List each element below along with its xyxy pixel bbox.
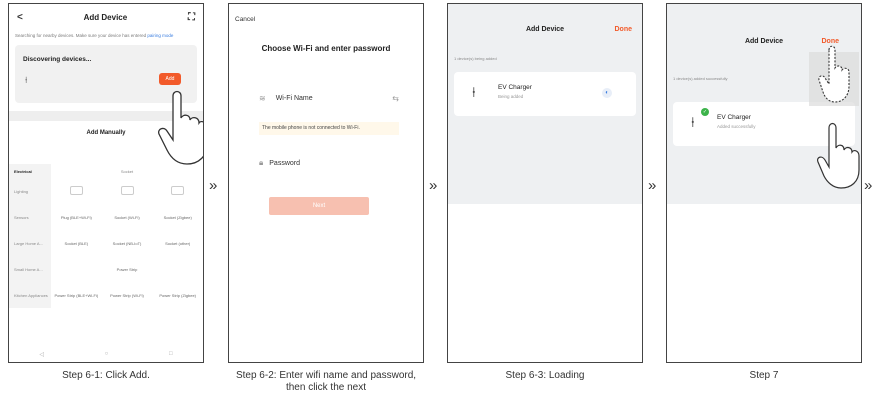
wifi-name-field[interactable]: ≋ Wi-Fi Name ⇆	[259, 94, 399, 103]
grid-row: Small Home A... Power Strip	[9, 256, 203, 282]
next-step-arrow-icon: »	[429, 177, 438, 194]
wifi-heading: Choose Wi-Fi and enter password	[261, 44, 391, 53]
wifi-warning: The mobile phone is not connected to Wi-…	[259, 122, 399, 135]
device-tile[interactable]: Power Strip (Wi-Fi)	[102, 293, 153, 298]
caption-step-7: Step 7	[749, 370, 779, 381]
nav-back-icon[interactable]: ◁	[39, 351, 44, 358]
wifi-icon: ≋	[259, 94, 266, 103]
charger-icon: ⍿	[472, 84, 476, 100]
done-button[interactable]: Done	[615, 26, 633, 33]
charger-icon: ⍿	[691, 114, 695, 130]
device-tile[interactable]: Socket (Zigbee)	[152, 215, 203, 220]
nav-home-icon[interactable]: ○	[105, 351, 109, 358]
search-notice: Searching for nearby devices. Make sure …	[15, 32, 197, 39]
add-button[interactable]: Add	[159, 73, 181, 85]
password-placeholder[interactable]: Password	[269, 160, 300, 167]
next-step-arrow-icon: »	[648, 177, 657, 194]
socket-icon	[171, 185, 185, 195]
socket-icon	[120, 185, 134, 195]
pointing-hand-icon	[158, 90, 203, 165]
section-power-strip: Power Strip	[116, 266, 138, 272]
category-electrical[interactable]: Electrical	[9, 164, 51, 178]
device-tile[interactable]	[152, 185, 203, 197]
plug-icon: ⍿	[25, 75, 28, 85]
device-tile[interactable]	[102, 185, 153, 197]
device-name: EV Charger	[717, 114, 751, 121]
next-button[interactable]: Next	[269, 197, 369, 215]
pointing-hand-icon	[817, 122, 860, 189]
system-nav-bar: ◁ ○ □	[9, 351, 203, 358]
device-card: ⍿ EV Charger Being added ◐	[454, 72, 636, 116]
category-item[interactable]: Sensors	[9, 204, 51, 230]
pointing-hand-icon	[818, 45, 850, 103]
section-socket: Socket	[120, 168, 134, 174]
device-tile[interactable]: Power Strip (BLE+Wi-Fi)	[51, 293, 102, 298]
added-status: 1 device(s) added successfully	[673, 76, 728, 81]
back-icon[interactable]: <	[17, 12, 23, 23]
device-state: Added successfully	[717, 124, 756, 129]
next-step-arrow-icon: »	[209, 177, 218, 194]
device-state: Being added	[498, 94, 524, 99]
device-tile[interactable]: Socket (BLE)	[51, 241, 102, 246]
lock-icon: 🔒︎	[259, 158, 264, 167]
grid-row: Kitchen Appliances Power Strip (BLE+Wi-F…	[9, 282, 203, 308]
device-tile[interactable]: Power Strip (Zigbee)	[152, 293, 203, 298]
wifi-switch-icon[interactable]: ⇆	[392, 94, 399, 103]
next-step-arrow-icon: »	[864, 177, 873, 194]
notice-text: Searching for nearby devices. Make sure …	[15, 33, 147, 38]
device-name: EV Charger	[498, 84, 532, 91]
device-tile[interactable]: Socket (Wi-Fi)	[102, 215, 153, 220]
device-tile[interactable]: Socket (NB-IoT)	[102, 241, 153, 246]
caption-step-6-1: Step 6-1: Click Add.	[62, 370, 150, 381]
caption-step-6-3: Step 6-3: Loading	[505, 370, 585, 381]
socket-icon	[69, 185, 83, 195]
device-tile[interactable]	[51, 185, 102, 197]
step3-title: Add Device	[525, 26, 565, 33]
step1-topbar: < Add Device ⛶	[9, 4, 203, 30]
password-field[interactable]: 🔒︎ Password	[259, 158, 399, 168]
pairing-mode-link[interactable]: pairing mode	[147, 33, 173, 38]
device-category-grid: Electrical Socket Lighting Sensors Plug …	[9, 164, 203, 308]
scan-icon[interactable]: ⛶	[188, 12, 195, 23]
loading-icon: ◐	[602, 88, 612, 98]
adding-status: 1 device(s) being added	[454, 56, 497, 61]
step1-title: Add Device	[83, 12, 128, 22]
step1-screen: < Add Device ⛶ Searching for nearby devi…	[8, 3, 204, 363]
step4-screen: Add Device Done 1 device(s) added succes…	[666, 3, 862, 363]
category-item[interactable]: Small Home A...	[9, 256, 51, 282]
wifi-name-placeholder[interactable]: Wi-Fi Name	[276, 95, 393, 102]
category-item[interactable]: Lighting	[9, 178, 51, 204]
device-tile[interactable]: Socket (other)	[152, 241, 203, 246]
discovering-label: Discovering devices...	[23, 56, 92, 63]
nav-recent-icon[interactable]: □	[169, 351, 173, 358]
grid-row: Sensors Plug (BLE+Wi-Fi) Socket (Wi-Fi) …	[9, 204, 203, 230]
grid-row: Large Home A... Socket (BLE) Socket (NB-…	[9, 230, 203, 256]
step2-screen: Cancel Choose Wi-Fi and enter password ≋…	[228, 3, 424, 363]
cancel-button[interactable]: Cancel	[235, 16, 255, 23]
grid-header: Electrical Socket	[9, 164, 203, 178]
success-check-icon: ✓	[701, 108, 709, 116]
device-tile[interactable]: Plug (BLE+Wi-Fi)	[51, 215, 102, 220]
step3-screen: Add Device Done 1 device(s) being added …	[447, 3, 643, 363]
category-item[interactable]: Large Home A...	[9, 230, 51, 256]
category-item[interactable]: Kitchen Appliances	[9, 282, 51, 308]
grid-row: Lighting	[9, 178, 203, 204]
caption-step-6-2: Step 6-2: Enter wifi name and password, …	[235, 370, 417, 393]
